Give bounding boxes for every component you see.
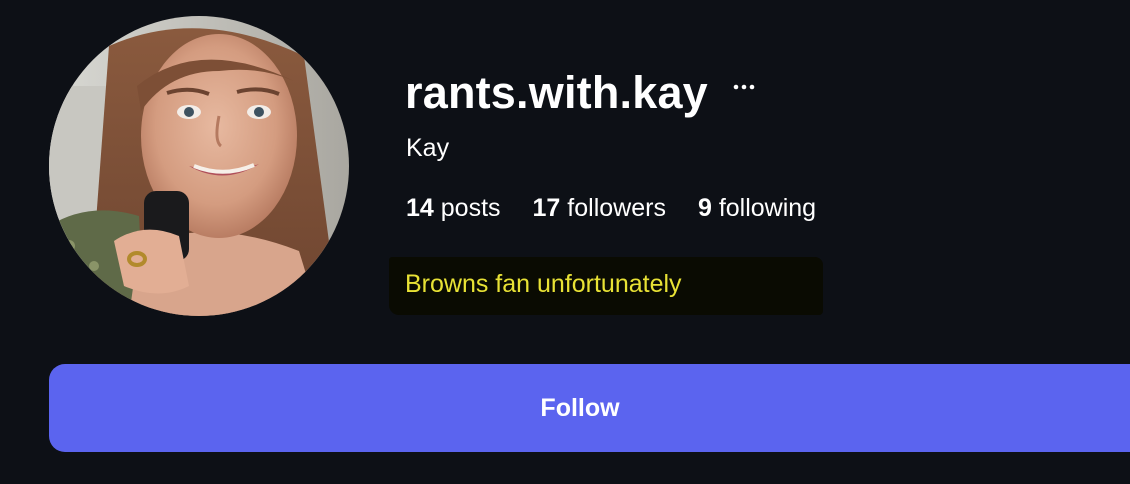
followers-count: 17 [532,194,561,222]
avatar[interactable] [49,16,349,316]
profile-stats: 14 posts 17 followers 9 following [406,191,848,225]
profile-photo [49,16,349,316]
posts-label: posts [440,194,501,222]
more-options-button[interactable] [730,73,758,101]
profile-page: rants.with.kay Kay 14 posts 17 followers… [0,0,1130,484]
stat-following[interactable]: 9 following [698,191,816,225]
following-count: 9 [697,194,712,222]
display-name: Kay [406,134,450,162]
stat-posts[interactable]: 14 posts [406,191,501,225]
username-row: rants.with.kay [405,64,758,122]
posts-count: 14 [406,194,434,222]
ellipsis-icon [733,84,755,90]
bio: Browns fan unfortunately [405,270,682,298]
follow-label: Follow [540,393,620,422]
stat-followers[interactable]: 17 followers [533,191,666,225]
followers-label: followers [567,194,666,222]
username: rants.with.kay [405,67,708,118]
follow-button[interactable]: Follow [49,364,1130,452]
following-label: following [718,194,817,222]
